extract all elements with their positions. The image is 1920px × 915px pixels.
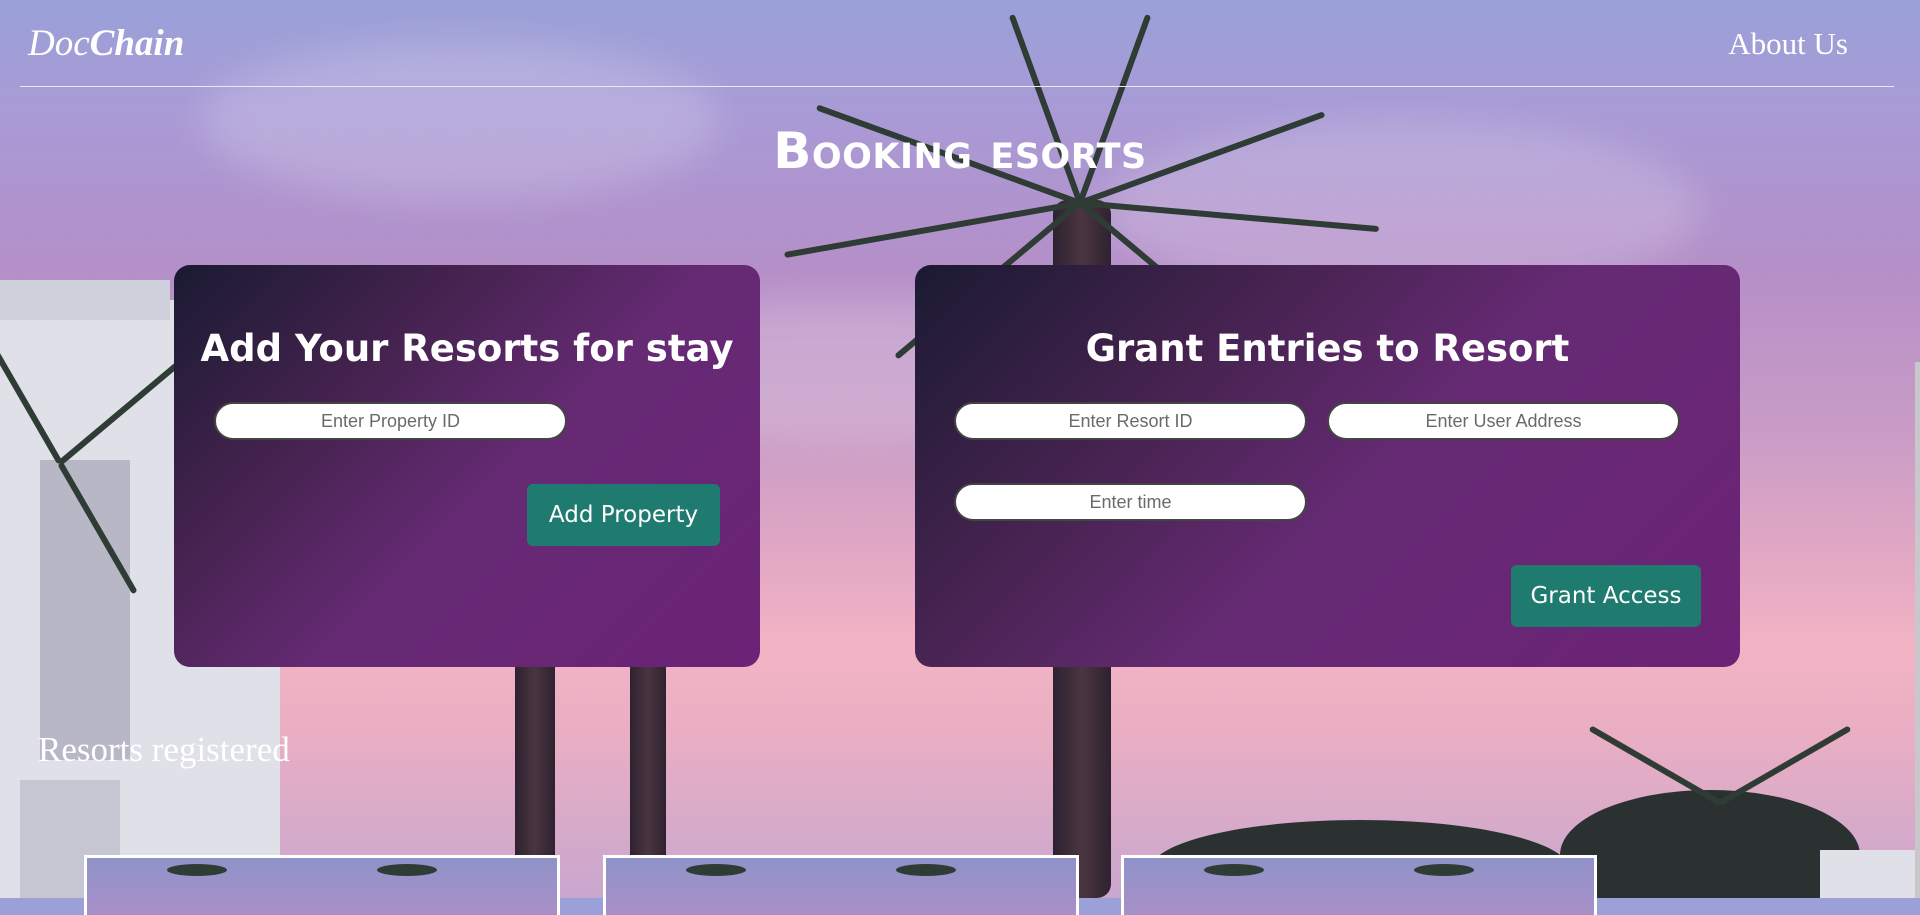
user-address-input[interactable] — [1327, 402, 1680, 440]
page-title: Booking esorts — [773, 122, 1147, 180]
resort-image-palm — [167, 864, 227, 876]
brand-prefix: Doc — [28, 23, 90, 64]
grant-access-card: Grant Entries to Resort Grant Access — [915, 265, 1740, 667]
grant-access-button[interactable]: Grant Access — [1511, 565, 1701, 627]
resort-card[interactable] — [603, 855, 1079, 915]
resort-card[interactable] — [84, 855, 560, 915]
resorts-registered-heading: Resorts registered — [38, 730, 290, 769]
add-resort-title: Add Your Resorts for stay — [200, 327, 734, 370]
resort-image-palm — [377, 864, 437, 876]
add-resort-card: Add Your Resorts for stay Add Property — [174, 265, 760, 667]
add-property-button[interactable]: Add Property — [527, 484, 720, 546]
resort-id-input[interactable] — [954, 402, 1307, 440]
resort-image-palm — [1204, 864, 1264, 876]
brand-logo[interactable]: DocChain — [28, 22, 184, 65]
header-divider — [20, 86, 1894, 87]
resort-image-palm — [1414, 864, 1474, 876]
page-scrollbar[interactable] — [1915, 362, 1920, 898]
about-us-link[interactable]: About Us — [1728, 26, 1848, 62]
brand-suffix: Chain — [89, 23, 185, 64]
property-id-input[interactable] — [214, 402, 567, 440]
grant-access-title: Grant Entries to Resort — [1085, 327, 1570, 370]
resort-image-palm — [896, 864, 956, 876]
resort-card[interactable] — [1121, 855, 1597, 915]
resort-image-palm — [686, 864, 746, 876]
time-input[interactable] — [954, 483, 1307, 521]
